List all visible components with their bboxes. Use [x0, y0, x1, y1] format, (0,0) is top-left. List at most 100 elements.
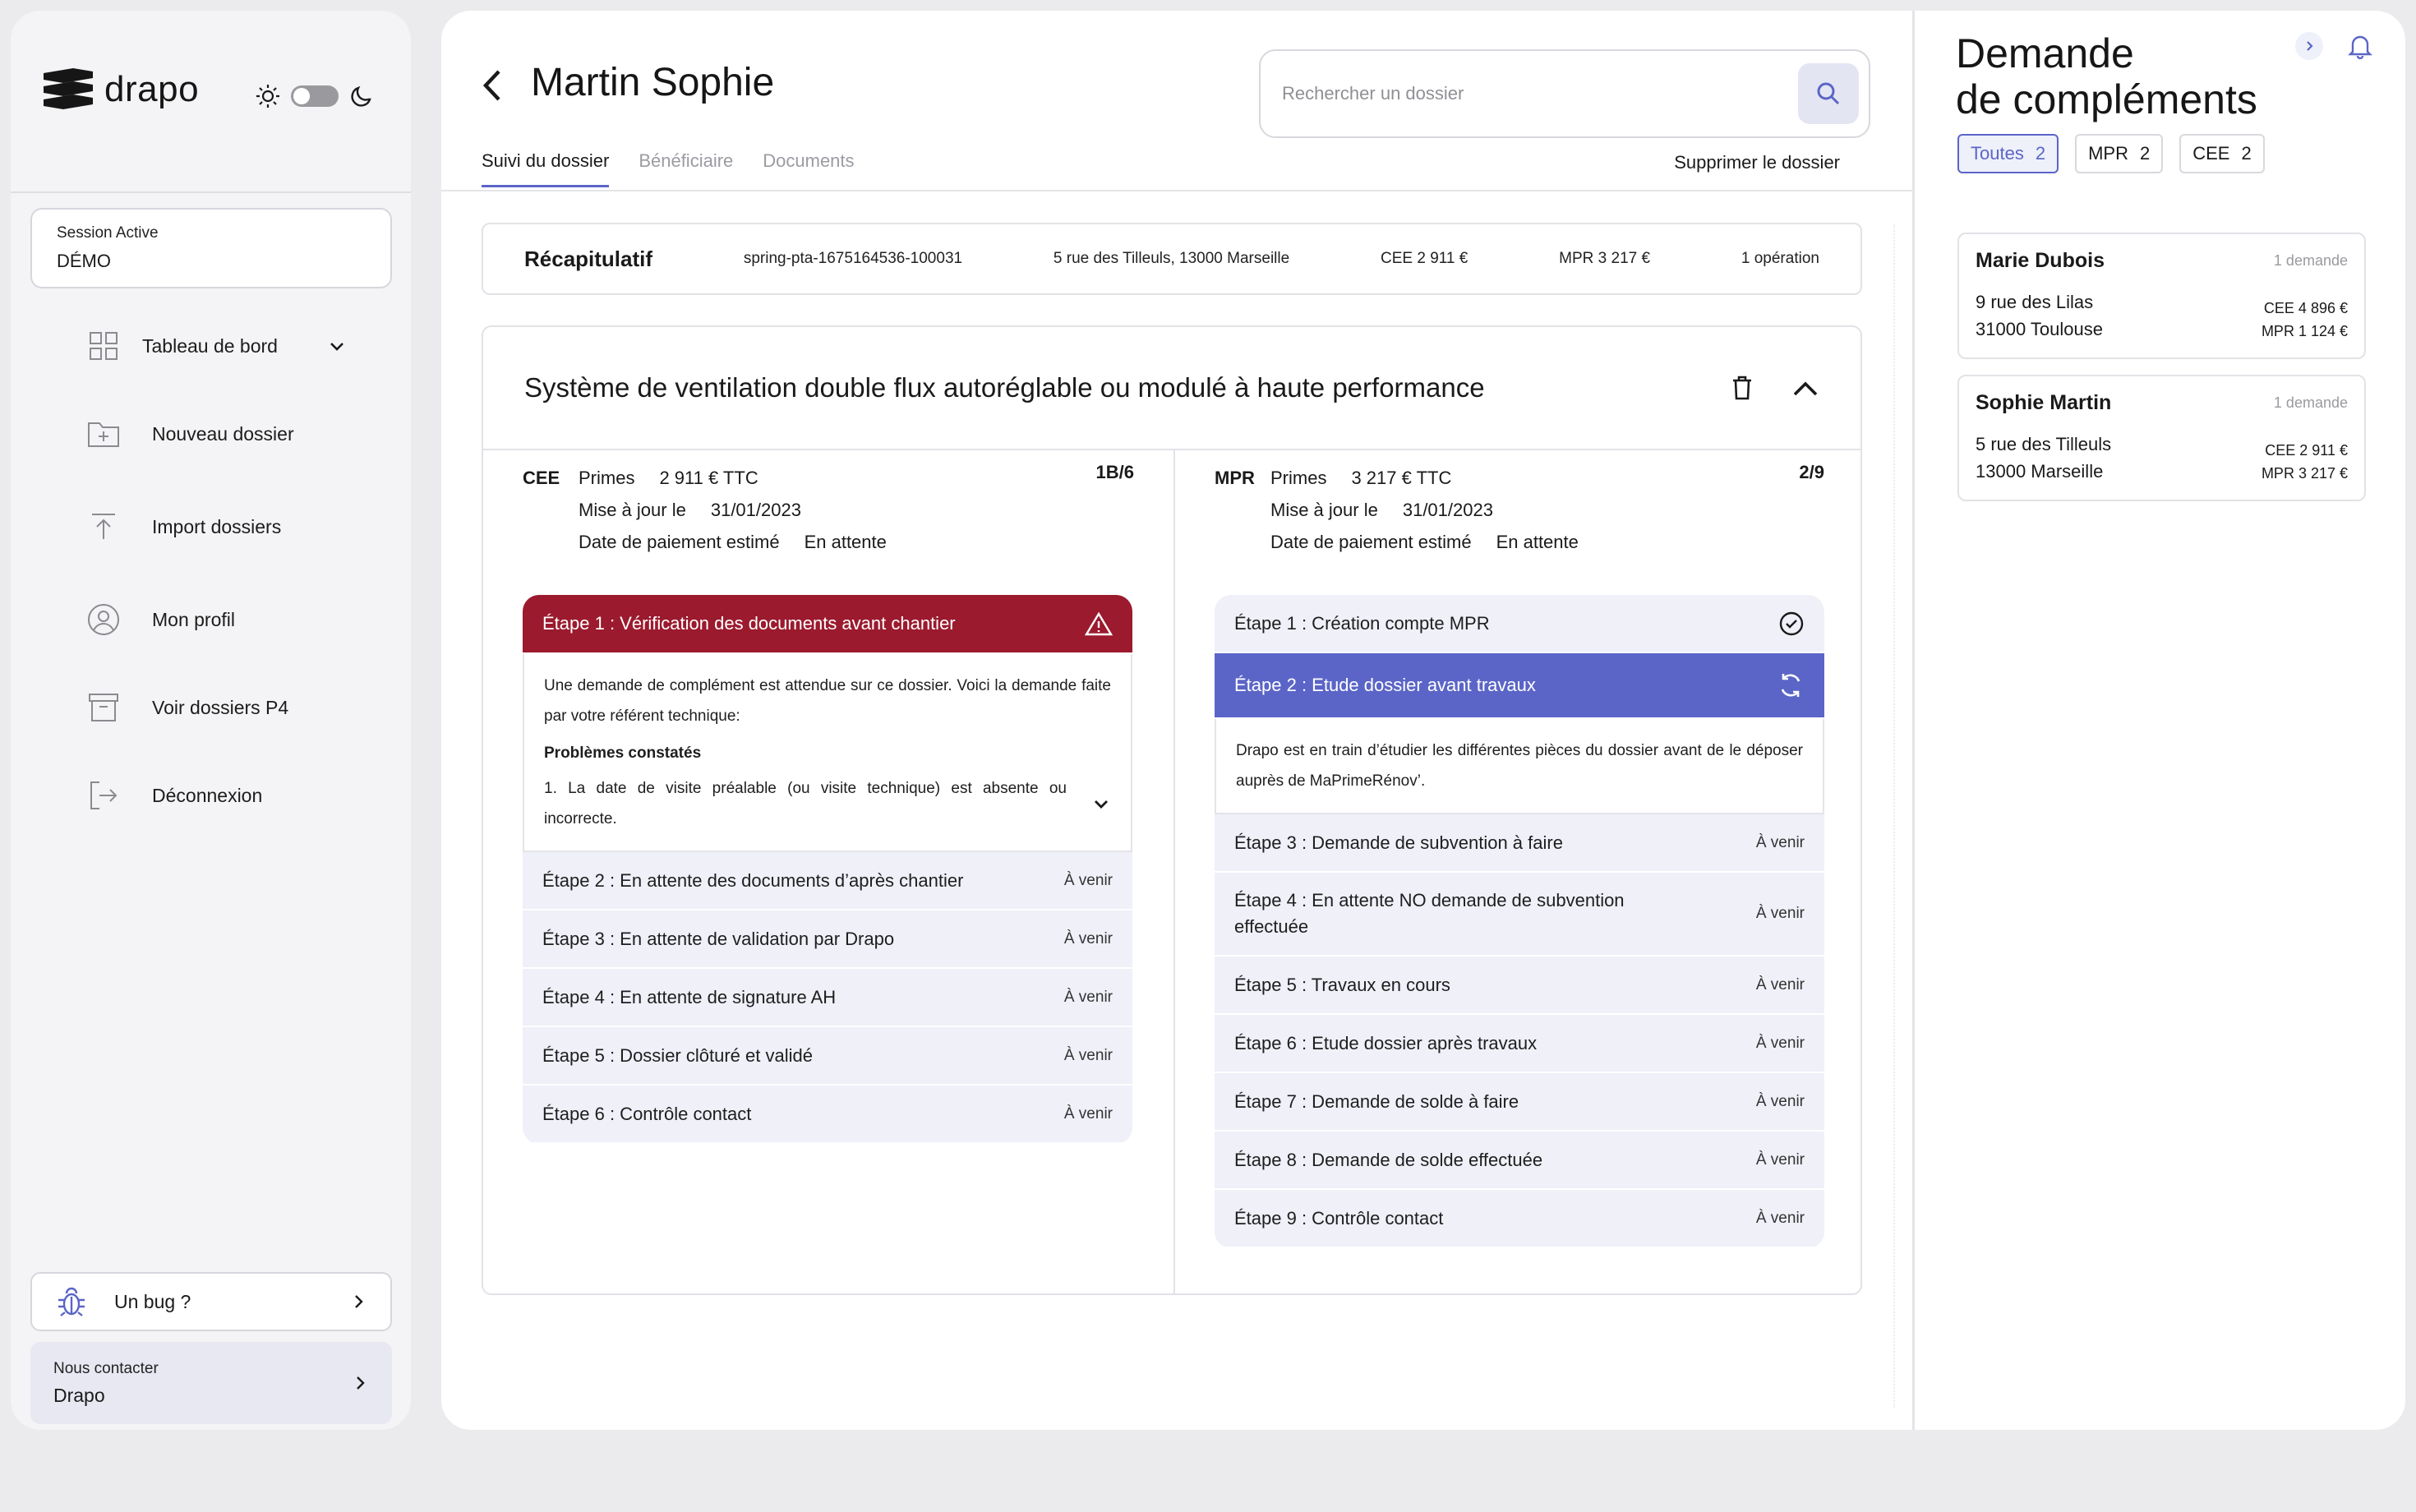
recap-mpr: MPR 3 217 € [1559, 250, 1651, 267]
step-label: Étape 4 : En attente de signature AH [542, 986, 837, 1007]
drapo-logo-icon [44, 68, 93, 109]
logout-icon [85, 777, 122, 814]
folder-plus-icon [85, 415, 122, 453]
bug-report-button[interactable]: Un bug ? [30, 1272, 392, 1331]
warning-icon [1085, 611, 1113, 636]
filter-toutes[interactable]: Toutes 2 [1957, 134, 2059, 173]
nav-voir-dossiers-p4[interactable]: Voir dossiers P4 [85, 683, 288, 732]
mpr-step-count: 2/9 [1799, 462, 1824, 482]
panel-title: Demande de compléments [1956, 30, 2257, 122]
chevron-down-icon[interactable] [327, 336, 347, 356]
scrollbar[interactable] [1893, 224, 1897, 1408]
nav-tableau-de-bord[interactable]: Tableau de bord [85, 321, 347, 371]
panel-title-line: de compléments [1956, 76, 2257, 122]
chevron-up-icon[interactable] [1791, 378, 1819, 398]
chip-count: 2 [2139, 143, 2151, 164]
cee-steps: Étape 1 : Vérification des documents ava… [523, 595, 1132, 1144]
bug-icon [58, 1287, 85, 1316]
request-card[interactable]: Sophie Martin 1 demande 5 rue des Tilleu… [1957, 375, 2366, 501]
cee-pay-label: Date de paiement estimé [579, 531, 780, 552]
nav-label: Tableau de bord [142, 334, 278, 357]
mpr-step-2-active[interactable]: Étape 2 : Etude dossier avant travaux [1215, 653, 1824, 719]
cee-step[interactable]: Étape 5 : Dossier clôturé et validé À ven… [523, 1027, 1132, 1086]
contact-button[interactable]: Nous contacter Drapo [30, 1342, 392, 1424]
mpr-steps: Étape 1 : Création compte MPR Étape 2 : … [1215, 595, 1824, 1248]
nav-label: Voir dossiers P4 [152, 696, 289, 718]
step-status: À venir [1063, 988, 1113, 1006]
mpr-step[interactable]: Étape 5 : Travaux en cours À venir [1215, 957, 1824, 1015]
request-card[interactable]: Marie Dubois 1 demande 9 rue des Lilas 3… [1957, 233, 2366, 359]
step-status: À venir [1755, 1034, 1805, 1052]
filter-cee[interactable]: CEE 2 [2179, 134, 2265, 173]
cee-step[interactable]: Étape 6 : Contrôle contact À venir [523, 1086, 1132, 1144]
nav-label: Mon profil [152, 608, 235, 630]
recap-cee: CEE 2 911 € [1381, 250, 1469, 267]
nav-label: Déconnexion [152, 784, 263, 806]
collapse-panel-button[interactable] [2295, 32, 2323, 60]
mpr-step[interactable]: Étape 8 : Demande de solde effectuée À ve… [1215, 1132, 1824, 1190]
mpr-update-label: Mise à jour le [1270, 499, 1378, 520]
cee-step[interactable]: Étape 2 : En attente des documents d’apr… [523, 852, 1132, 910]
nav-nouveau-dossier[interactable]: Nouveau dossier [85, 409, 294, 459]
mpr-primes-value: 3 217 € TTC [1351, 467, 1452, 488]
request-address: 5 rue des Tilleuls 13000 Marseille [1976, 431, 2111, 485]
mpr-step[interactable]: Étape 4 : En attente NO demande de subve… [1215, 873, 1824, 957]
cee-step[interactable]: Étape 3 : En attente de validation par D… [523, 910, 1132, 969]
moon-icon[interactable] [348, 83, 375, 109]
search-input[interactable]: Rechercher un dossier [1282, 83, 1798, 104]
mpr-step[interactable]: Étape 6 : Etude dossier après travaux À v… [1215, 1015, 1824, 1073]
step-label: Étape 1 : Création compte MPR [1234, 612, 1490, 634]
cee-primes-value: 2 911 € TTC [659, 467, 758, 488]
recap-address: 5 rue des Tilleuls, 13000 Marseille [1053, 250, 1290, 267]
back-arrow-icon[interactable] [479, 67, 504, 104]
cee-step-1-alert[interactable]: Étape 1 : Vérification des documents ava… [523, 595, 1132, 654]
tab-suivi-du-dossier[interactable]: Suivi du dossier [482, 150, 610, 187]
mpr-tag: MPR [1215, 467, 1255, 488]
step-label: Étape 9 : Contrôle contact [1234, 1207, 1444, 1228]
tab-documents[interactable]: Documents [763, 150, 854, 187]
bell-icon[interactable] [2348, 33, 2372, 59]
cee-tag: CEE [523, 467, 560, 488]
request-count: 1 demande [2273, 394, 2348, 411]
nav-deconnexion[interactable]: Déconnexion [85, 771, 262, 820]
step-label: Étape 5 : Dossier clôturé et validé [542, 1044, 813, 1066]
step-label: Étape 5 : Travaux en cours [1234, 974, 1450, 995]
session-box: Session Active DÉMO [30, 208, 392, 288]
filter-chips: Toutes 2 MPR 2 CEE 2 [1957, 134, 2265, 173]
chip-label: Toutes [1971, 143, 2024, 164]
nav-label: Import dossiers [152, 515, 282, 537]
mpr-pay-label: Date de paiement estimé [1270, 531, 1472, 552]
theme-toggle[interactable] [291, 85, 339, 107]
logo[interactable]: drapo [42, 68, 199, 111]
delete-dossier-link[interactable]: Supprimer le dossier [1674, 152, 1840, 173]
sun-icon[interactable] [255, 83, 281, 109]
tab-beneficiaire[interactable]: Bénéficiaire [639, 150, 733, 187]
request-count: 1 demande [2273, 252, 2348, 269]
mpr-step[interactable]: Étape 7 : Demande de solde à faire À veni… [1215, 1073, 1824, 1132]
step-status: À venir [1755, 975, 1805, 993]
trash-icon[interactable] [1731, 375, 1754, 401]
nav-import-dossiers[interactable]: Import dossiers [85, 502, 281, 551]
chip-label: CEE [2192, 143, 2230, 164]
filter-mpr[interactable]: MPR 2 [2075, 134, 2164, 173]
mpr-step[interactable]: Étape 9 : Contrôle contact À venir [1215, 1190, 1824, 1248]
request-address: 9 rue des Lilas 31000 Toulouse [1976, 288, 2103, 343]
chevron-right-icon [357, 1376, 365, 1390]
address-line: 31000 Toulouse [1976, 319, 2103, 339]
chevron-right-icon [2307, 41, 2313, 51]
mpr-step-1-done[interactable]: Étape 1 : Création compte MPR [1215, 595, 1824, 653]
chevron-right-icon [355, 1295, 363, 1308]
session-value: DÉMO [57, 251, 111, 271]
cee-step[interactable]: Étape 4 : En attente de signature AH À ve… [523, 969, 1132, 1027]
nav-mon-profil[interactable]: Mon profil [85, 595, 235, 644]
mpr-step[interactable]: Étape 3 : Demande de subvention à faire À… [1215, 814, 1824, 873]
address-line: 5 rue des Tilleuls [1976, 434, 2112, 454]
recap-bar: Récapitulatif spring-pta-1675164536-1000… [482, 223, 1862, 295]
chevron-down-icon[interactable] [1091, 794, 1111, 814]
search-box[interactable]: Rechercher un dossier [1259, 49, 1870, 138]
recap-reference: spring-pta-1675164536-100031 [743, 250, 963, 267]
step-label: Étape 4 : En attente NO demande de subve… [1234, 890, 1625, 937]
cee-step-count: 1B/6 [1095, 462, 1134, 482]
search-button[interactable] [1798, 63, 1859, 124]
mpr-pay-value: En attente [1496, 531, 1579, 552]
